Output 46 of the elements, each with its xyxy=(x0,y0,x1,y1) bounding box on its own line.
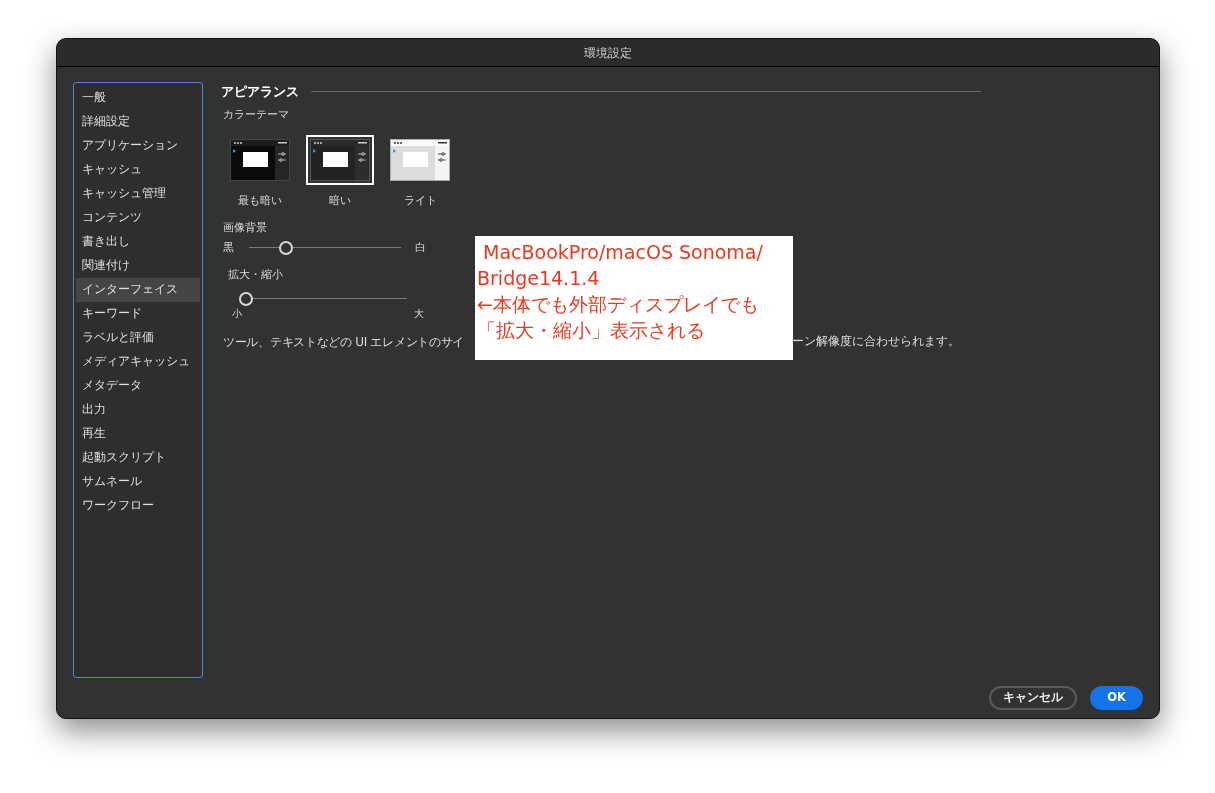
slider-track[interactable] xyxy=(249,240,401,257)
theme-label: 暗い xyxy=(329,193,351,209)
annotation-text: MacBookPro/macOS Sonoma/ xyxy=(482,240,763,265)
sidebar-item[interactable]: キャッシュ管理 xyxy=(76,182,200,206)
sidebar-item[interactable]: 再生 xyxy=(76,422,200,446)
theme-preview-icon xyxy=(390,139,450,181)
description-text: ツール、テキストなどの UI エレメントのサイ xyxy=(223,334,465,351)
slider-track[interactable] xyxy=(239,291,407,307)
cancel-button[interactable]: キャンセル xyxy=(989,686,1077,710)
sidebar-item[interactable]: メディアキャッシュ xyxy=(76,350,200,374)
sidebar-item[interactable]: インターフェイス xyxy=(76,278,200,302)
slider-label: 大 xyxy=(414,307,424,321)
sidebar-item[interactable]: 詳細設定 xyxy=(76,110,200,134)
theme-label: ライト xyxy=(403,193,437,209)
description-text: ーン解像度に合わせられます。 xyxy=(792,333,960,350)
slider-label: 小 xyxy=(232,307,242,321)
sidebar-item[interactable]: 関連付け xyxy=(76,254,200,278)
theme-preview-icon xyxy=(310,139,370,181)
slider-thumb[interactable] xyxy=(279,241,294,256)
sidebar-item[interactable]: メタデータ xyxy=(76,374,200,398)
sidebar-item[interactable]: ラベルと評価 xyxy=(76,326,200,350)
sidebar-item[interactable]: サムネール xyxy=(76,470,200,494)
sidebar-item[interactable]: キャッシュ xyxy=(76,158,200,182)
slider-label: 黒 xyxy=(223,240,234,256)
field-label: 画像背景 xyxy=(223,219,267,236)
sidebar-item[interactable]: キーワード xyxy=(76,302,200,326)
theme-preview-icon xyxy=(230,139,290,181)
sidebar-item[interactable]: 一般 xyxy=(76,86,200,110)
sidebar-item[interactable]: アプリケーション xyxy=(76,134,200,158)
slider-thumb[interactable] xyxy=(239,292,253,306)
field-label: 拡大・縮小 xyxy=(228,266,283,283)
theme-option[interactable] xyxy=(306,135,374,185)
sidebar-item[interactable]: 起動スクリプト xyxy=(76,446,200,470)
sidebar-item[interactable]: 書き出し xyxy=(76,230,200,254)
sidebar-item[interactable]: コンテンツ xyxy=(76,206,200,230)
annotation-text: ←本体でも外部ディスプレイでも xyxy=(477,292,759,317)
field-label: カラーテーマ xyxy=(223,106,289,123)
sidebar-item[interactable]: 出力 xyxy=(76,398,200,422)
section-heading: アピアランス xyxy=(221,83,299,101)
theme-label: 最も暗い xyxy=(238,193,282,209)
slider-label: 白 xyxy=(415,240,426,256)
window-title: 環境設定 xyxy=(584,44,632,62)
annotation-text: Bridge14.1.4 xyxy=(477,266,600,291)
annotation-text: 「拡大・縮小」表示される xyxy=(477,318,705,343)
sidebar-item[interactable]: ワークフロー xyxy=(76,494,200,518)
ok-button[interactable]: OK xyxy=(1090,686,1143,710)
